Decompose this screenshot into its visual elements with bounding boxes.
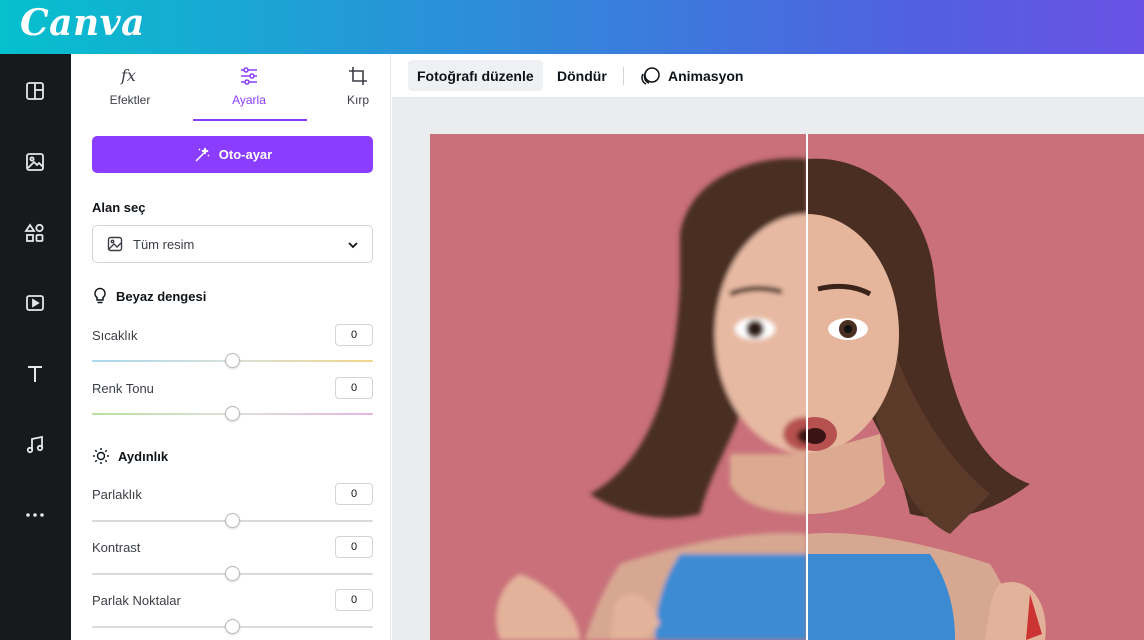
video-icon[interactable] [18,286,52,320]
temperature-value-input[interactable]: 0 [335,324,373,346]
temperature-slider-thumb[interactable] [225,353,240,368]
contrast-value-input[interactable]: 0 [335,536,373,558]
brightness-label: Parlaklık [92,487,142,502]
white-balance-heading: Beyaz dengesi [92,287,206,305]
side-rail [0,54,71,640]
tab-label: Ayarla [232,93,266,107]
lightbulb-icon [94,287,106,304]
sun-icon [93,448,109,464]
portrait-photo [430,134,1144,640]
tab-crop[interactable]: Kırp [313,64,403,120]
edit-photo-label: Fotoğrafı düzenle [417,67,534,84]
contrast-label: Kontrast [92,540,141,555]
more-icon[interactable] [18,498,52,532]
tint-value-input[interactable]: 0 [335,377,373,399]
temperature-label: Sıcaklık [92,328,138,343]
audio-icon[interactable] [18,428,52,462]
image-icon[interactable] [18,145,52,179]
highlights-label: Parlak Noktalar [92,593,181,608]
area-select-value: Tüm resim [133,236,195,252]
rotate-button[interactable]: Döndür [548,60,616,91]
editor-toolbar: Fotoğrafı düzenle Döndür Animasyon [392,54,1144,98]
sliders-icon [238,64,260,88]
photo-comparison[interactable] [430,134,1144,640]
toolbar-divider [623,67,624,85]
rotate-label: Döndür [557,67,607,84]
magic-wand-icon [195,147,210,162]
svg-text:fx: fx [120,66,136,85]
contrast-slider-thumb[interactable] [225,566,240,581]
area-select[interactable]: Tüm resim [92,225,373,263]
brightness-value-input[interactable]: 0 [335,483,373,505]
canva-logo[interactable]: Canva [20,2,145,44]
text-icon[interactable] [18,357,52,391]
tab-adjust[interactable]: Ayarla [204,64,294,120]
edit-photo-button[interactable]: Fotoğrafı düzenle [408,60,543,91]
image-icon [107,236,123,252]
white-balance-title: Beyaz dengesi [116,288,207,304]
light-heading: Aydınlık [92,447,168,465]
animate-label: Animasyon [668,67,744,84]
animate-button[interactable]: Animasyon [631,60,752,91]
animation-icon [641,66,660,85]
tint-slider-thumb[interactable] [225,406,240,421]
active-tab-indicator [193,119,307,121]
auto-adjust-label: Oto-ayar [218,147,273,162]
layout-icon[interactable] [18,74,52,108]
tab-label: Kırp [346,93,369,107]
auto-adjust-button[interactable]: Oto-ayar [92,136,373,173]
adjust-panel: fx Efektler Ayarla Kırp Oto-ayar Alan se… [71,54,391,640]
chevron-down-icon [348,242,358,249]
highlights-slider-thumb[interactable] [225,619,240,634]
tint-label: Renk Tonu [92,381,154,396]
tab-label: Efektler [109,93,151,107]
tab-effects[interactable]: fx Efektler [85,64,175,120]
brightness-slider-thumb[interactable] [225,513,240,528]
elements-icon[interactable] [18,216,52,250]
canvas-area [392,98,1144,640]
light-title: Aydınlık [118,448,169,464]
crop-icon [347,64,369,88]
fx-icon: fx [119,64,141,88]
highlights-value-input[interactable]: 0 [335,589,373,611]
comparison-split-handle[interactable] [806,134,808,640]
area-select-label: Alan seç [92,200,146,215]
top-bar: Canva [0,0,1144,54]
